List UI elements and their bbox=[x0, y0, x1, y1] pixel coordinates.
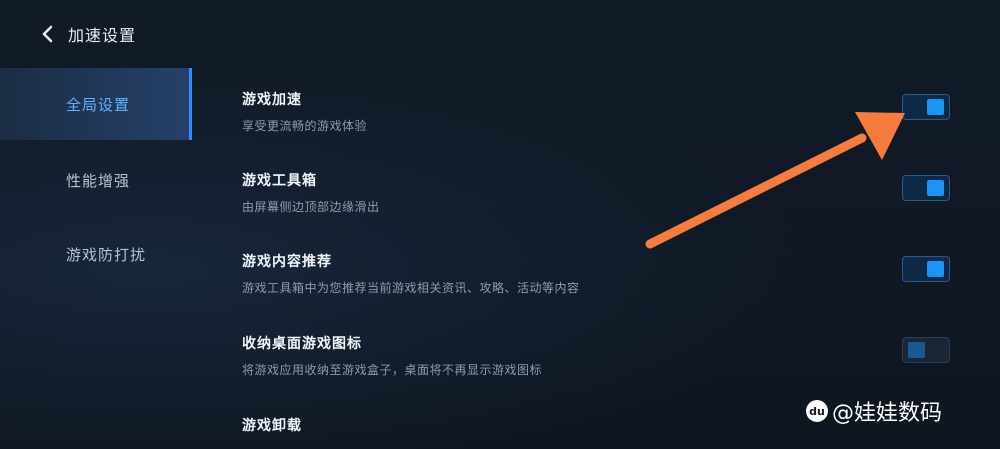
setting-title: 游戏加速 bbox=[242, 92, 302, 108]
setting-title: 游戏内容推荐 bbox=[242, 254, 332, 270]
setting-description: 游戏工具箱中为您推荐当前游戏相关资讯、攻略、活动等内容 bbox=[242, 281, 580, 295]
watermark: du @娃娃数码 bbox=[806, 395, 942, 427]
toggle-knob bbox=[927, 261, 944, 277]
setting-title: 游戏工具箱 bbox=[242, 173, 317, 189]
toggle-knob bbox=[908, 342, 925, 358]
setting-description: 享受更流畅的游戏体验 bbox=[242, 119, 368, 133]
setting-title: 游戏卸载 bbox=[242, 418, 302, 434]
toggle-knob bbox=[927, 180, 944, 196]
setting-game-toolbox: 游戏工具箱 由屏幕侧边顶部边缘滑出 bbox=[242, 170, 892, 215]
sidebar-item-performance[interactable]: 性能增强 bbox=[0, 144, 192, 216]
hide-desktop-icons-toggle[interactable] bbox=[902, 337, 950, 363]
sidebar: 全局设置 性能增强 游戏防打扰 bbox=[0, 68, 192, 449]
sidebar-item-label: 全局设置 bbox=[66, 95, 131, 114]
sidebar-item-global-settings[interactable]: 全局设置 bbox=[0, 68, 192, 140]
setting-title: 收纳桌面游戏图标 bbox=[242, 336, 362, 352]
toggle-knob bbox=[927, 99, 944, 115]
header: 加速设置 bbox=[36, 20, 136, 48]
watermark-text: @娃娃数码 bbox=[832, 401, 943, 426]
content-recommendation-toggle[interactable] bbox=[902, 256, 950, 282]
watermark-logo-icon: du bbox=[806, 400, 828, 422]
game-toolbox-toggle[interactable] bbox=[902, 175, 950, 201]
chevron-left-icon bbox=[42, 25, 53, 43]
sidebar-item-do-not-disturb[interactable]: 游戏防打扰 bbox=[0, 218, 192, 290]
setting-content-recommendation: 游戏内容推荐 游戏工具箱中为您推荐当前游戏相关资讯、攻略、活动等内容 bbox=[242, 251, 892, 296]
setting-game-acceleration: 游戏加速 享受更流畅的游戏体验 bbox=[242, 89, 892, 134]
back-button[interactable] bbox=[36, 23, 58, 45]
setting-hide-desktop-icons: 收纳桌面游戏图标 将游戏应用收纳至游戏盒子，桌面将不再显示游戏图标 bbox=[242, 333, 892, 378]
page-title: 加速设置 bbox=[68, 26, 137, 45]
sidebar-item-label: 游戏防打扰 bbox=[66, 245, 147, 264]
setting-description: 由屏幕侧边顶部边缘滑出 bbox=[242, 200, 380, 214]
sidebar-item-label: 性能增强 bbox=[66, 171, 131, 190]
setting-description: 将游戏应用收纳至游戏盒子，桌面将不再显示游戏图标 bbox=[242, 363, 543, 377]
setting-game-uninstall[interactable]: 游戏卸载 bbox=[242, 415, 892, 435]
game-acceleration-toggle[interactable] bbox=[902, 94, 950, 120]
